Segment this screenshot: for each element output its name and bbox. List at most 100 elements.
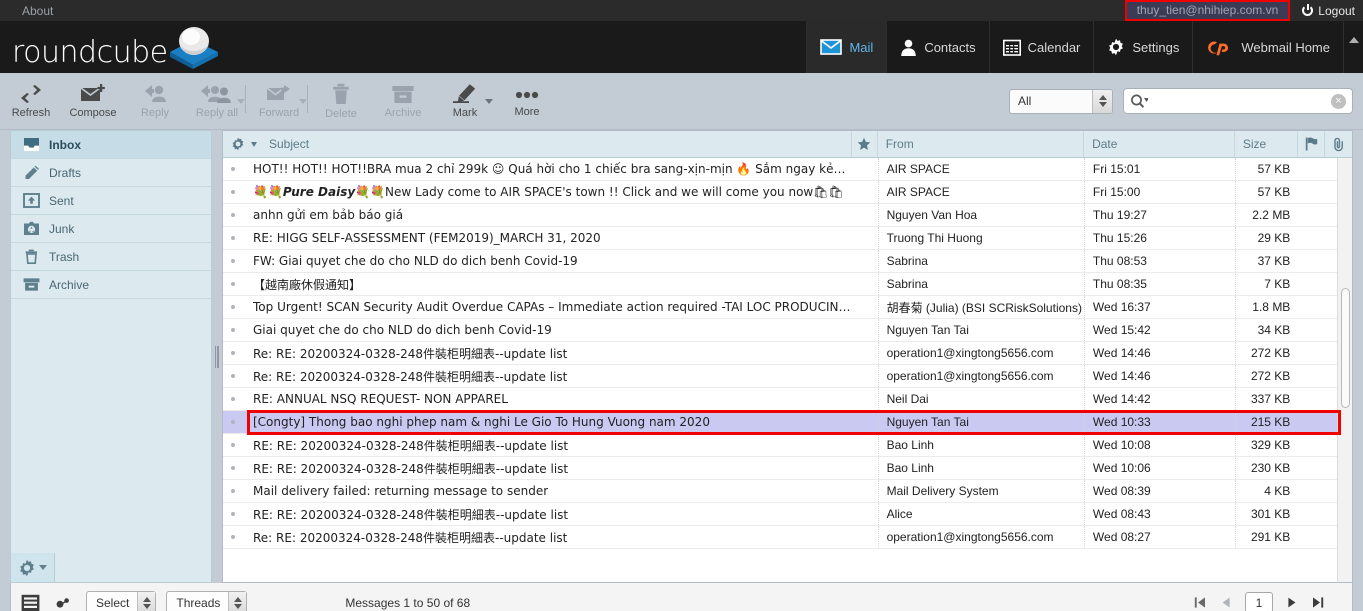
cell-flag[interactable]	[1298, 296, 1325, 318]
cell-star[interactable]	[852, 250, 878, 272]
cell-flag[interactable]	[1298, 526, 1325, 548]
table-row[interactable]: [Congty] Thong bao nghi phep nam & nghi …	[223, 411, 1352, 434]
cell-star[interactable]	[852, 158, 878, 180]
search-scope-select[interactable]: All	[1009, 88, 1113, 114]
cell-star[interactable]	[852, 296, 878, 318]
archive-button[interactable]: Archive	[372, 75, 434, 127]
cell-star[interactable]	[852, 204, 878, 226]
folder-item-trash[interactable]: Trash	[11, 243, 211, 271]
column-header-subject[interactable]: Subject	[223, 131, 852, 157]
folder-item-archive[interactable]: Archive	[11, 271, 211, 299]
scrollbar-thumb[interactable]	[1341, 288, 1350, 408]
mark-button[interactable]: Mark	[434, 75, 496, 127]
column-header-size[interactable]: Size	[1235, 131, 1299, 157]
cell-flag[interactable]	[1298, 480, 1325, 502]
table-row[interactable]: Mail delivery failed: returning message …	[223, 480, 1352, 503]
folder-item-inbox[interactable]: Inbox	[11, 131, 211, 159]
table-row[interactable]: Re: RE: 20200324-0328-248件裝柜明細表--update …	[223, 342, 1352, 365]
table-row[interactable]: Re: RE: 20200324-0328-248件裝柜明細表--update …	[223, 365, 1352, 388]
cell-star[interactable]	[852, 457, 878, 479]
table-row[interactable]: Re: RE: 20200324-0328-248件裝柜明細表--update …	[223, 526, 1352, 549]
column-header-attachment[interactable]	[1325, 131, 1352, 157]
message-list-scrollbar[interactable]	[1337, 158, 1352, 582]
list-options-gear-icon[interactable]	[231, 137, 245, 151]
clear-search-icon[interactable]: ×	[1331, 93, 1346, 109]
column-header-flag[interactable]	[1298, 131, 1326, 157]
folder-item-drafts[interactable]: Drafts	[11, 159, 211, 187]
cell-star[interactable]	[852, 342, 878, 364]
table-row[interactable]: anhn gửi em bảb báo giá Nguyen Van Hoa Thu…	[223, 204, 1352, 227]
prev-page-button[interactable]	[1219, 594, 1233, 611]
cell-star[interactable]	[852, 434, 878, 456]
select-dropdown[interactable]: Select	[86, 591, 157, 611]
reply-all-button[interactable]: Reply all	[186, 75, 248, 127]
table-row[interactable]: RE: ANNUAL NSQ REQUEST- NON APPAREL Neil …	[223, 388, 1352, 411]
table-row[interactable]: Giai quyet che do cho NLD do dich benh C…	[223, 319, 1352, 342]
chevron-down-icon[interactable]	[237, 99, 245, 104]
delete-button[interactable]: Delete	[310, 75, 372, 127]
cell-flag[interactable]	[1298, 503, 1325, 525]
first-page-button[interactable]	[1193, 594, 1207, 611]
next-page-button[interactable]	[1285, 594, 1299, 611]
cell-star[interactable]	[852, 388, 878, 410]
last-page-button[interactable]	[1311, 594, 1325, 611]
cell-star[interactable]	[852, 227, 878, 249]
table-row[interactable]: FW: Giai quyet che do cho NLD do dich be…	[223, 250, 1352, 273]
cell-flag[interactable]	[1298, 342, 1325, 364]
cell-star[interactable]	[852, 365, 878, 387]
table-row[interactable]: 💐💐Pure Daisy💐💐New Lady come to AIR SPACE…	[223, 181, 1352, 204]
chevron-down-icon[interactable]	[485, 99, 493, 104]
column-header-star[interactable]	[852, 131, 878, 157]
search-box[interactable]: ×	[1123, 88, 1353, 114]
table-row[interactable]: RE: RE: 20200324-0328-248件裝柜明細表--update …	[223, 434, 1352, 457]
nav-scroll-up-button[interactable]	[1343, 21, 1363, 73]
cell-star[interactable]	[852, 319, 878, 341]
nav-item-contacts[interactable]: Contacts	[886, 21, 988, 73]
table-row[interactable]: RE: RE: 20200324-0328-248件裝柜明細表--update …	[223, 457, 1352, 480]
list-mode-button[interactable]	[18, 591, 42, 611]
forward-button[interactable]: Forward	[248, 75, 310, 127]
cell-flag[interactable]	[1298, 273, 1325, 295]
cell-flag[interactable]	[1298, 365, 1325, 387]
cell-star[interactable]	[852, 273, 878, 295]
column-header-from[interactable]: From	[878, 131, 1085, 157]
compose-button[interactable]: Compose	[62, 75, 124, 127]
thread-toggle-button[interactable]	[52, 591, 76, 611]
table-row[interactable]: 【越南廠休假通知】 Sabrina Thu 08:35 7 KB	[223, 273, 1352, 296]
folder-item-sent[interactable]: Sent	[11, 187, 211, 215]
refresh-button[interactable]: Refresh	[0, 75, 62, 127]
cell-flag[interactable]	[1298, 227, 1325, 249]
cell-star[interactable]	[852, 526, 878, 548]
cell-flag[interactable]	[1298, 319, 1325, 341]
table-row[interactable]: RE: HIGG SELF-ASSESSMENT (FEM2019)_MARCH…	[223, 227, 1352, 250]
cell-flag[interactable]	[1298, 457, 1325, 479]
threads-dropdown[interactable]: Threads	[166, 591, 248, 611]
cell-star[interactable]	[852, 181, 878, 203]
cell-star[interactable]	[852, 480, 878, 502]
cell-star[interactable]	[852, 503, 878, 525]
cell-flag[interactable]	[1298, 411, 1325, 433]
page-number-input[interactable]	[1245, 592, 1273, 611]
folder-item-junk[interactable]: Junk	[11, 215, 211, 243]
nav-item-webmail-home[interactable]: Webmail Home	[1192, 21, 1343, 73]
cell-flag[interactable]	[1298, 181, 1325, 203]
table-row[interactable]: HOT!! HOT!! HOT!!BRA mua 2 chỉ 299k ☺ Qu…	[223, 158, 1352, 181]
more-button[interactable]: More	[496, 75, 558, 127]
cell-flag[interactable]	[1298, 250, 1325, 272]
cell-flag[interactable]	[1298, 204, 1325, 226]
search-input[interactable]	[1148, 94, 1331, 108]
chevron-down-icon[interactable]	[299, 99, 307, 104]
nav-item-mail[interactable]: Mail	[806, 21, 887, 73]
sidebar-splitter[interactable]	[212, 130, 222, 583]
folder-actions-button[interactable]	[11, 553, 55, 582]
about-link[interactable]: About	[22, 4, 53, 18]
logout-button[interactable]: Logout	[1302, 4, 1355, 18]
column-header-date[interactable]: Date	[1084, 131, 1235, 157]
cell-star[interactable]	[852, 411, 878, 433]
nav-item-calendar[interactable]: Calendar	[988, 21, 1094, 73]
cell-flag[interactable]	[1298, 388, 1325, 410]
cell-flag[interactable]	[1298, 434, 1325, 456]
table-row[interactable]: RE: RE: 20200324-0328-248件裝柜明細表--update …	[223, 503, 1352, 526]
table-row[interactable]: Top Urgent! SCAN Security Audit Overdue …	[223, 296, 1352, 319]
nav-item-settings[interactable]: Settings	[1093, 21, 1192, 73]
